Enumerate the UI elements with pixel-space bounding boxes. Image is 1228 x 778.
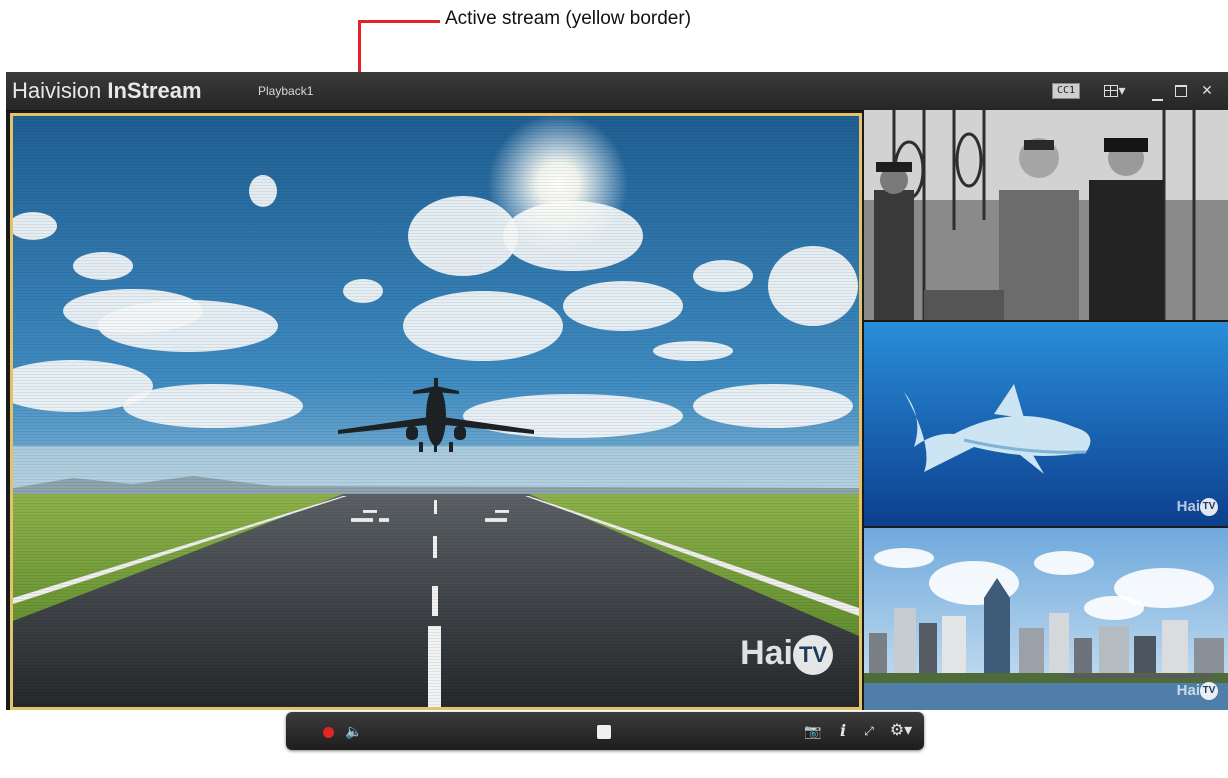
layout-menu-button[interactable]: ▾ bbox=[1102, 80, 1128, 100]
watermark-tv-badge-small-2: TV bbox=[1200, 682, 1218, 700]
airplane-runway-video bbox=[13, 116, 859, 707]
info-button[interactable]: i bbox=[836, 721, 850, 741]
maximize-button[interactable] bbox=[1172, 80, 1190, 100]
volume-button[interactable]: 🔈 bbox=[344, 721, 364, 741]
closed-caption-button[interactable]: CC1 bbox=[1052, 83, 1080, 99]
haitv-watermark: Hai TV bbox=[740, 634, 833, 675]
record-icon bbox=[322, 726, 334, 738]
snapshot-button[interactable]: 📷 bbox=[802, 721, 824, 741]
watermark-hai: Hai bbox=[740, 633, 793, 672]
brand-instream: InStream bbox=[107, 78, 202, 103]
maximize-icon bbox=[1175, 85, 1187, 98]
stream-tile-shark[interactable]: Hai TV bbox=[864, 322, 1228, 526]
watermark-hai-small: Hai bbox=[1176, 497, 1200, 515]
camera-icon: 📷 bbox=[804, 723, 822, 739]
shark-underwater-video bbox=[864, 322, 1228, 526]
stream-tile-archival[interactable] bbox=[864, 110, 1228, 320]
instream-window: Haivision InStream Playback1 CC1 ▾ ✕ Hai… bbox=[6, 72, 1228, 710]
title-bar[interactable]: Haivision InStream Playback1 CC1 ▾ ✕ bbox=[6, 72, 1228, 111]
watermark-hai-small-2: Hai bbox=[1176, 681, 1200, 699]
playback-control-bar: 🔈 📷 i ⤢ ⚙▾ bbox=[286, 712, 924, 750]
settings-button[interactable]: ⚙▾ bbox=[888, 721, 914, 741]
close-button[interactable]: ✕ bbox=[1198, 80, 1216, 100]
grid-layout-icon bbox=[1104, 85, 1119, 98]
archival-footage-video bbox=[864, 110, 1228, 320]
stop-icon bbox=[597, 725, 611, 740]
info-icon: i bbox=[839, 721, 847, 740]
fullscreen-button[interactable]: ⤢ bbox=[858, 721, 880, 741]
minimize-button[interactable] bbox=[1148, 80, 1166, 101]
annotation-line bbox=[358, 20, 440, 23]
minimize-icon bbox=[1151, 99, 1163, 101]
haitv-watermark-small: Hai TV bbox=[1177, 498, 1218, 516]
app-logo: Haivision InStream bbox=[12, 78, 202, 104]
close-icon: ✕ bbox=[1201, 82, 1213, 98]
stream-name-label: Playback1 bbox=[258, 84, 314, 98]
gear-icon: ⚙▾ bbox=[889, 722, 913, 739]
record-button[interactable] bbox=[320, 721, 336, 741]
stream-tile-skyline[interactable]: Hai TV bbox=[864, 528, 1228, 710]
stop-button[interactable] bbox=[594, 721, 614, 741]
brand-vision: vision bbox=[45, 78, 108, 103]
watermark-tv-badge: TV bbox=[793, 635, 833, 675]
watermark-tv-badge-small: TV bbox=[1200, 498, 1218, 516]
annotation-label: Active stream (yellow border) bbox=[445, 8, 692, 29]
brand-hai: Hai bbox=[12, 78, 46, 103]
city-skyline-video bbox=[864, 528, 1228, 710]
haitv-watermark-small-2: Hai TV bbox=[1177, 682, 1218, 700]
expand-icon: ⤢ bbox=[864, 724, 874, 738]
active-stream-tile[interactable]: Hai TV bbox=[10, 113, 862, 710]
speaker-icon: 🔈 bbox=[345, 723, 363, 739]
dropdown-arrow-icon: ▾ bbox=[1118, 82, 1126, 98]
page: Active stream (yellow border) Haivision … bbox=[0, 0, 1228, 778]
